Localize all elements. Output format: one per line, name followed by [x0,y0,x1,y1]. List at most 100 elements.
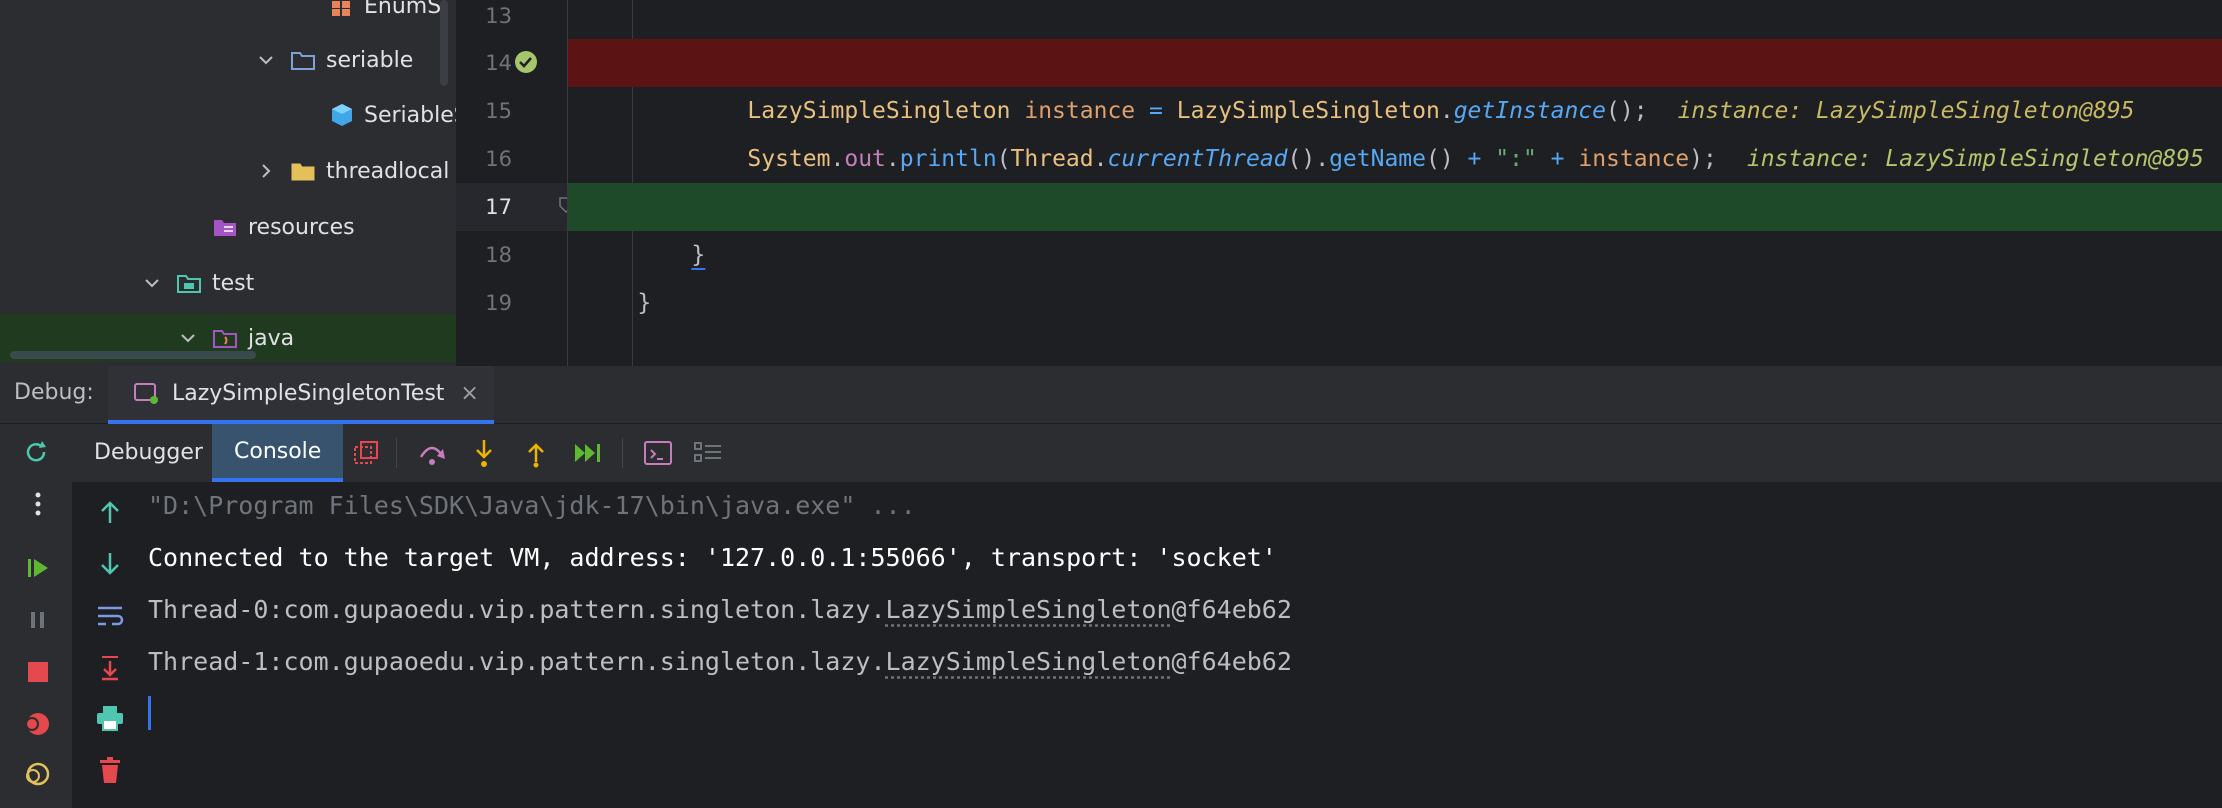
project-tree: EnumSi seriable SeriableS threadlocal re… [0,0,456,366]
token: ); [1689,146,1717,172]
token: ( [996,146,1011,172]
tree-item-label: java [248,325,295,351]
token: System [747,146,831,172]
token: () [1426,146,1468,172]
tree-item-threadlocal[interactable]: threadlocal [0,147,456,195]
tab-title: LazySimpleSingletonTest [172,380,445,406]
text-caret [148,696,151,730]
token: ":" [1481,146,1551,172]
line-number: 14 [485,51,512,75]
editor-gutter: 13 14 15 16 17 18 19 [456,0,573,366]
token: + [1467,146,1482,172]
debug-label: Debug: [14,380,94,405]
token: . [830,146,845,172]
line-number: 18 [485,243,512,267]
token: . [885,146,900,172]
token: Thread [1010,146,1094,172]
layout-icon[interactable] [692,437,724,469]
enum-class-icon [328,0,354,17]
mute-breakpoints-icon[interactable] [22,758,54,790]
resources-folder-icon [212,216,238,238]
code-line-14[interactable]: LazySimpleSingleton instance = LazySimpl… [568,39,2222,124]
close-icon[interactable]: × [460,381,478,406]
tab-debug-session[interactable]: LazySimpleSingletonTest × [108,366,494,424]
code-editor[interactable]: LazySimpleSingleton instance = LazySimpl… [568,0,2222,366]
console-line: Thread-1:com.gupaoedu.vip.pattern.single… [148,642,1292,682]
tree-item-enum[interactable]: EnumSi [0,0,456,30]
tree-item-label: threadlocal [326,158,450,184]
tab-debugger[interactable]: Debugger [72,424,225,482]
folder-icon [290,49,316,71]
chevron-down-icon[interactable] [142,273,162,293]
step-over-icon[interactable] [416,437,448,469]
soft-wrap-icon[interactable] [94,600,126,632]
rerun-icon[interactable] [20,436,52,468]
more-vertical-icon[interactable] [22,488,54,520]
class-link[interactable]: LazySimpleSingleton [886,647,1172,676]
java-source-folder-icon [212,327,238,349]
tab-console[interactable]: Console [212,424,344,482]
token: currentThread [1107,146,1288,172]
vertical-scrollbar[interactable] [440,0,448,86]
scroll-up-icon[interactable] [94,496,126,528]
line-number: 19 [485,291,512,315]
tree-item-label: test [212,270,255,296]
chevron-down-icon[interactable] [256,50,276,70]
toolbar-separator [396,438,397,468]
debug-tool-window-header: Debug: LazySimpleSingletonTest × [0,366,2222,424]
print-icon[interactable] [94,702,126,734]
tree-item-test[interactable]: test [0,259,456,307]
token: instance [1564,146,1690,172]
console-output[interactable]: "D:\Program Files\SDK\Java\jdk-17\bin\ja… [148,482,2222,808]
console-line: Thread-0:com.gupaoedu.vip.pattern.single… [148,590,1292,630]
resume-icon[interactable] [22,552,54,584]
horizontal-scrollbar[interactable] [10,351,256,359]
closing-brace: } [637,290,652,316]
toolbar-separator [622,438,623,468]
folder-icon [290,160,316,182]
clear-all-icon[interactable] [94,754,126,786]
step-out-icon[interactable] [520,437,552,469]
console-text: @f64eb62 [1171,647,1292,676]
line-number: 16 [485,147,512,171]
step-into-icon[interactable] [468,437,500,469]
token: + [1550,146,1565,172]
view-breakpoints-icon[interactable] [22,708,54,740]
scroll-down-icon[interactable] [94,548,126,580]
debug-left-toolbar [0,424,72,808]
tree-item-label: EnumSi [364,0,448,19]
class-icon [330,104,354,126]
line-number: 15 [485,99,512,123]
tree-item-label: resources [248,214,355,240]
token: . [1093,146,1108,172]
code-line-18[interactable]: } [568,231,2222,316]
console-text: @f64eb62 [1171,595,1292,624]
console-text: Thread-0:com.gupaoedu.vip.pattern.single… [148,595,886,624]
token: out [844,146,886,172]
token: getName [1329,146,1426,172]
run-to-cursor-icon[interactable] [572,437,604,469]
pause-icon[interactable] [22,604,54,636]
class-link[interactable]: LazySimpleSingleton [886,595,1172,624]
tree-item-seriable-class[interactable]: SeriableS [0,91,456,139]
tree-item-resources[interactable]: resources [0,203,456,251]
code-line-17[interactable]: } [568,183,2222,268]
chevron-right-icon[interactable] [256,161,276,181]
chevron-down-icon[interactable] [178,328,198,348]
inline-debug-value: instance: LazySimpleSingleton@895 [1746,146,2204,172]
test-folder-icon [176,272,202,294]
stop-icon[interactable] [22,656,54,688]
console-text: Thread-1:com.gupaoedu.vip.pattern.single… [148,647,886,676]
line-number: 13 [485,4,512,28]
console-side-toolbar [72,482,148,808]
scroll-to-end-icon[interactable] [94,652,126,684]
code-line-15[interactable]: System.out.println(Thread.currentThread(… [568,87,2222,172]
evaluate-icon[interactable] [642,437,674,469]
line-number: 17 [485,195,512,219]
tree-item-seriable[interactable]: seriable [0,36,456,84]
tree-item-label: seriable [326,47,414,73]
tree-item-label: SeriableS [364,102,456,128]
restore-layout-icon[interactable] [350,437,382,469]
debug-toolbar: Debugger Console [72,424,2222,482]
verified-breakpoint-icon[interactable] [514,50,538,78]
